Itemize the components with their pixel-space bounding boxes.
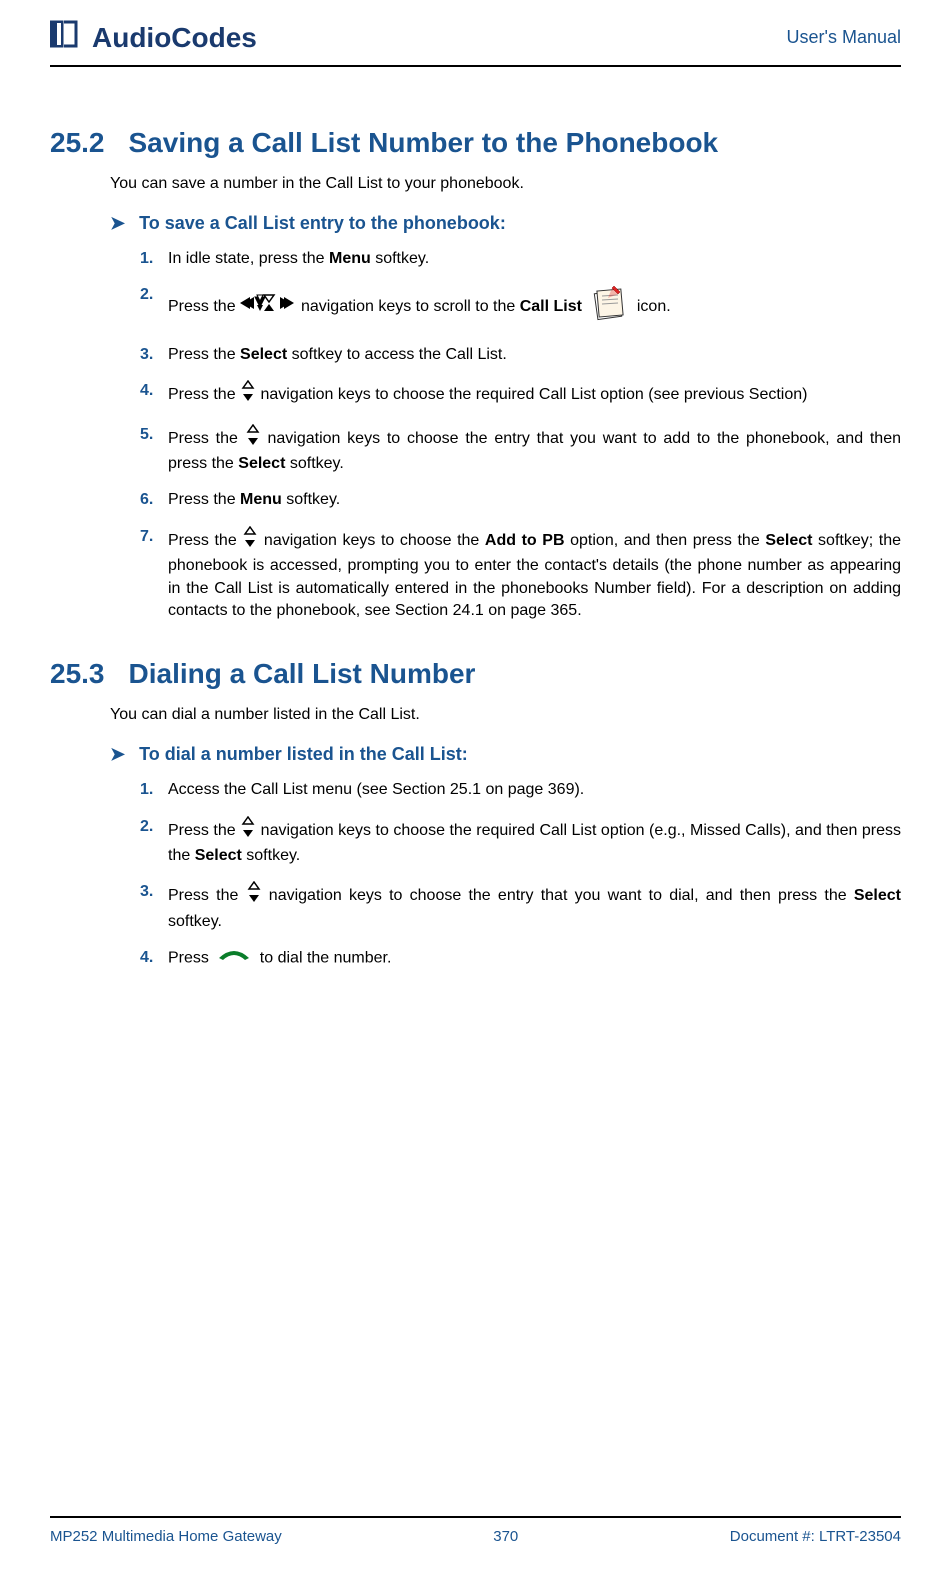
procedure-title: To dial a number listed in the Call List… xyxy=(139,744,468,765)
content: 25.2 Saving a Call List Number to the Ph… xyxy=(50,67,901,970)
step-text: In idle state, press the Menu softkey. xyxy=(168,248,901,270)
nav-up-down-icon xyxy=(242,526,258,555)
header-manual-label: User's Manual xyxy=(787,27,901,48)
step-text: Press the navigation keys to choose the … xyxy=(168,380,901,409)
list-item: 2. Press the navigation keys to choose t… xyxy=(140,816,901,868)
step-number: 1. xyxy=(140,779,168,801)
step-number: 4. xyxy=(140,947,168,969)
footer-left: MP252 Multimedia Home Gateway xyxy=(50,1528,282,1545)
section-title: Saving a Call List Number to the Phonebo… xyxy=(129,127,719,159)
step-text: Press the navigation keys to choose the … xyxy=(168,526,901,623)
step-text: Press the navigation keys to choose the … xyxy=(168,881,901,933)
logo-text: AudioCodes xyxy=(92,22,257,54)
list-item: 4. Press the navigation keys to choose t… xyxy=(140,380,901,409)
section-25-3: 25.3 Dialing a Call List Number You can … xyxy=(50,658,901,970)
logo: AudioCodes xyxy=(50,20,257,55)
list-item: 4. Press to dial the number. xyxy=(140,947,901,970)
section-heading-25-3: 25.3 Dialing a Call List Number xyxy=(50,658,901,690)
chevron-right-icon: ➤ xyxy=(110,744,125,765)
section-intro: You can dial a number listed in the Call… xyxy=(110,706,901,724)
step-text: Access the Call List menu (see Section 2… xyxy=(168,779,901,801)
step-list: 1. Access the Call List menu (see Sectio… xyxy=(140,779,901,970)
footer-document-id: Document #: LTRT-23504 xyxy=(730,1528,901,1545)
step-number: 2. xyxy=(140,816,168,838)
section-25-2: 25.2 Saving a Call List Number to the Ph… xyxy=(50,127,901,622)
nav-up-down-icon xyxy=(240,380,256,409)
page-footer: MP252 Multimedia Home Gateway 370 Docume… xyxy=(50,1516,901,1545)
logo-icon xyxy=(50,20,90,55)
nav-up-down-icon xyxy=(246,881,262,910)
step-text: Press the Select softkey to access the C… xyxy=(168,344,901,366)
list-item: 2. Press the navigation keys to scroll t… xyxy=(140,284,901,329)
section-intro: You can save a number in the Call List t… xyxy=(110,175,901,193)
list-item: 5. Press the navigation keys to choose t… xyxy=(140,424,901,476)
step-text: Press the navigation keys to choose the … xyxy=(168,424,901,476)
section-heading-25-2: 25.2 Saving a Call List Number to the Ph… xyxy=(50,127,901,159)
list-item: 3. Press the navigation keys to choose t… xyxy=(140,881,901,933)
page-header: AudioCodes User's Manual xyxy=(50,0,901,67)
step-text: Press the navigation keys to scroll to t… xyxy=(168,284,901,329)
step-text: Press to dial the number. xyxy=(168,947,901,970)
step-text: Press the navigation keys to choose the … xyxy=(168,816,901,868)
list-item: 3. Press the Select softkey to access th… xyxy=(140,344,901,366)
step-text: Press the Menu softkey. xyxy=(168,489,901,511)
list-item: 1. In idle state, press the Menu softkey… xyxy=(140,248,901,270)
procedure-heading: ➤ To save a Call List entry to the phone… xyxy=(110,213,901,234)
step-number: 3. xyxy=(140,344,168,366)
footer-page-number: 370 xyxy=(493,1528,518,1545)
step-number: 4. xyxy=(140,380,168,402)
procedure-heading: ➤ To dial a number listed in the Call Li… xyxy=(110,744,901,765)
step-number: 7. xyxy=(140,526,168,548)
list-item: 6. Press the Menu softkey. xyxy=(140,489,901,511)
section-number: 25.3 xyxy=(50,658,105,690)
section-number: 25.2 xyxy=(50,127,105,159)
step-number: 2. xyxy=(140,284,168,306)
list-item: 1. Access the Call List menu (see Sectio… xyxy=(140,779,901,801)
procedure-title: To save a Call List entry to the phonebo… xyxy=(139,213,506,234)
chevron-right-icon: ➤ xyxy=(110,213,125,234)
list-item: 7. Press the navigation keys to choose t… xyxy=(140,526,901,623)
step-number: 5. xyxy=(140,424,168,446)
nav-up-down-icon xyxy=(240,816,256,845)
dial-handset-icon xyxy=(217,947,251,969)
step-list: 1. In idle state, press the Menu softkey… xyxy=(140,248,901,622)
nav-up-down-icon xyxy=(245,424,261,453)
call-list-notebook-icon xyxy=(590,284,628,329)
step-number: 3. xyxy=(140,881,168,903)
step-number: 1. xyxy=(140,248,168,270)
section-title: Dialing a Call List Number xyxy=(129,658,476,690)
nav-left-down-right-icon xyxy=(240,293,296,320)
step-number: 6. xyxy=(140,489,168,511)
